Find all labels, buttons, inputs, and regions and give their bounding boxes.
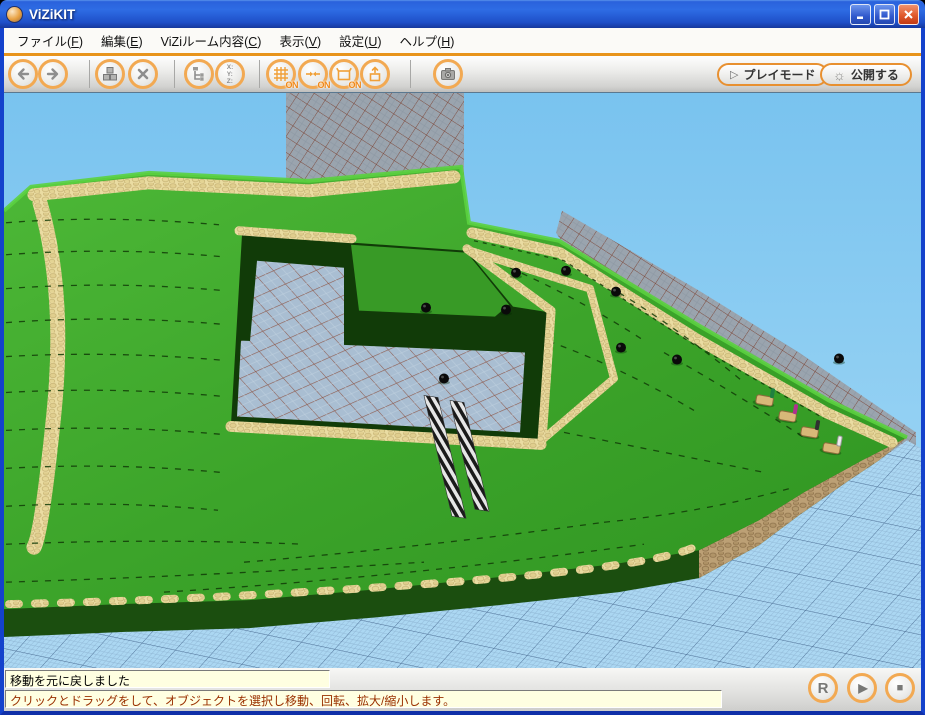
close-icon <box>903 9 914 20</box>
toolbar-separator <box>259 60 260 88</box>
sun-icon: ☼ <box>833 67 846 83</box>
menubar: ファイル(F) 編集(E) ViZiルーム内容(C) 表示(V) 設定(U) ヘ… <box>4 28 921 53</box>
statusbar: 移動を元に戻しました クリックとドラッグをして、オブジェクトを選択し移動、回転、… <box>4 668 921 711</box>
on-badge: ON <box>318 80 331 90</box>
blocks-icon <box>101 65 119 83</box>
menu-vizi-room-content[interactable]: ViZiルーム内容(C) <box>152 28 271 53</box>
app-window: ViZiKIT ファイル(F) 編集(E) ViZiルーム内容(C) 表示(V)… <box>0 0 925 715</box>
forward-arrow-icon <box>44 65 62 83</box>
box-export-button[interactable] <box>360 59 390 89</box>
minimize-icon <box>855 9 866 20</box>
menu-help[interactable]: ヘルプ(H) <box>391 28 464 53</box>
status-hint: クリックとドラッグをして、オブジェクトを選択し移動、回転、拡大/縮小します。 <box>5 690 722 708</box>
coordinates-button[interactable]: X: Y: Z: <box>215 59 245 89</box>
on-badge: ON <box>349 80 362 90</box>
delete-button[interactable] <box>128 59 158 89</box>
toolbar-separator <box>174 60 175 88</box>
app-icon <box>6 6 23 23</box>
menu-view[interactable]: 表示(V) <box>270 28 330 53</box>
on-badge: ON <box>286 80 299 90</box>
screenshot-button[interactable] <box>433 59 463 89</box>
box-up-arrow-icon <box>366 65 384 83</box>
stop-button[interactable]: ■ <box>885 673 915 703</box>
play-mode-button[interactable]: ▷ プレイモード <box>717 63 828 86</box>
add-object-button[interactable] <box>95 59 125 89</box>
scene-canvas[interactable] <box>4 93 921 668</box>
undo-button[interactable] <box>8 59 38 89</box>
3d-viewport[interactable] <box>4 92 921 668</box>
play-triangle-icon: ▷ <box>730 68 738 81</box>
play-button[interactable]: ▶ <box>847 673 877 703</box>
toolbar: X: Y: Z: ON ON ON <box>4 53 921 92</box>
maximize-button[interactable] <box>874 4 895 25</box>
play-mode-label: プレイモード <box>743 66 815 83</box>
titlebar[interactable]: ViZiKIT <box>0 0 925 28</box>
window-title: ViZiKIT <box>29 7 847 22</box>
delete-x-icon <box>134 65 152 83</box>
reset-button[interactable]: R <box>808 673 838 703</box>
object-list-button[interactable] <box>184 59 214 89</box>
maximize-icon <box>879 9 890 20</box>
back-arrow-icon <box>14 65 32 83</box>
publish-button[interactable]: ☼ 公開する <box>820 63 912 86</box>
box-toggle-button[interactable]: ON <box>329 59 359 89</box>
minimize-button[interactable] <box>850 4 871 25</box>
close-button[interactable] <box>898 4 919 25</box>
hierarchy-tree-icon <box>190 65 208 83</box>
status-message: 移動を元に戻しました <box>5 670 330 688</box>
camera-icon <box>439 65 457 83</box>
toolbar-separator <box>89 60 90 88</box>
redo-button[interactable] <box>38 59 68 89</box>
menu-file[interactable]: ファイル(F) <box>8 28 92 53</box>
menu-edit[interactable]: 編集(E) <box>92 28 152 53</box>
toolbar-separator <box>410 60 411 88</box>
window-frame: ファイル(F) 編集(E) ViZiルーム内容(C) 表示(V) 設定(U) ヘ… <box>0 28 925 715</box>
snap-toggle-button[interactable]: ON <box>298 59 328 89</box>
menu-settings[interactable]: 設定(U) <box>330 28 390 53</box>
publish-label: 公開する <box>851 66 899 83</box>
xyz-icon: X: Y: Z: <box>227 64 234 85</box>
grid-toggle-button[interactable]: ON <box>266 59 296 89</box>
